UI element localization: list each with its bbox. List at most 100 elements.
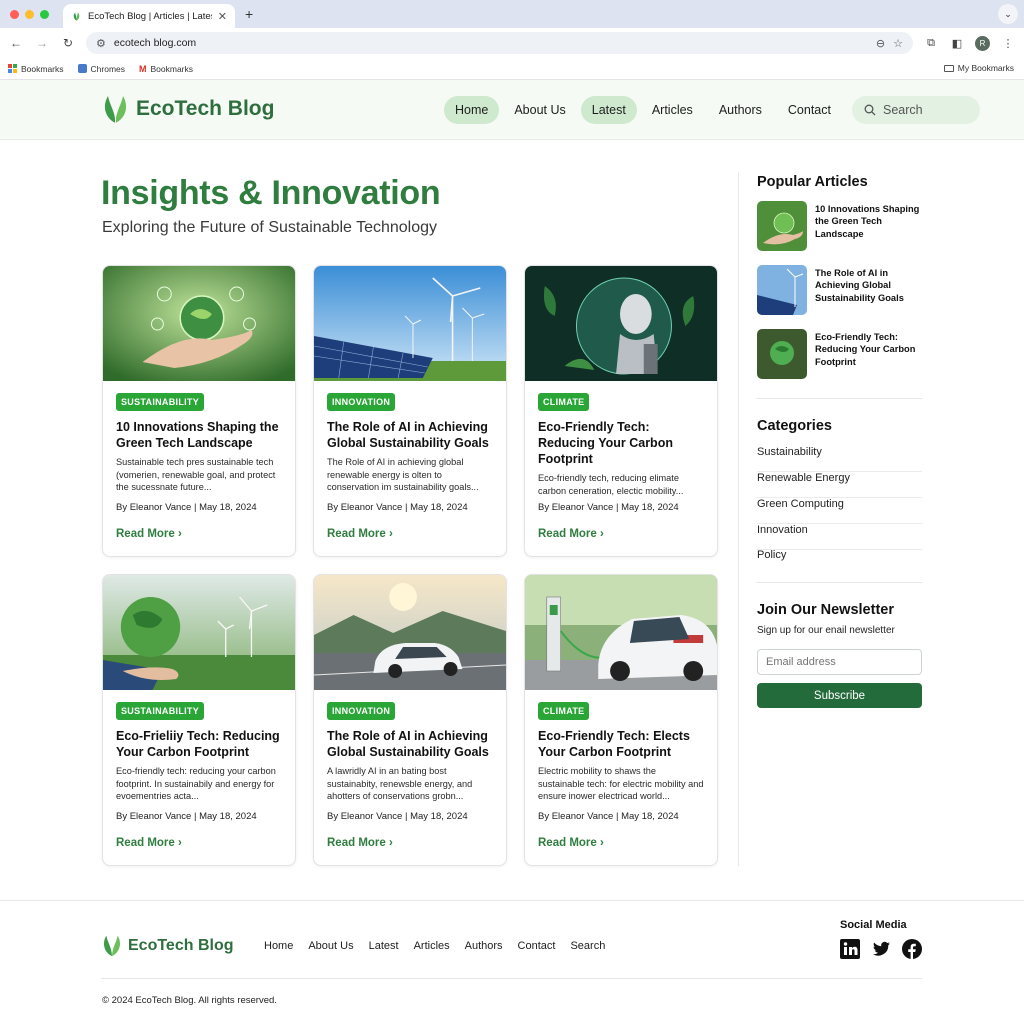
card-body: INNOVATION The Role of AI in Achieving G…	[314, 690, 506, 865]
read-more-link[interactable]: Read More ›	[538, 837, 604, 849]
category-badge[interactable]: SUSTAINABILITY	[116, 702, 205, 720]
popular-article-item[interactable]: The Role of AI in Achieving Global Susta…	[757, 265, 923, 315]
article-title[interactable]: The Role of AI in Achieving Global Susta…	[327, 728, 493, 760]
read-more-link[interactable]: Read More ›	[116, 528, 182, 540]
category-badge[interactable]: SUSTAINABILITY	[116, 393, 205, 411]
site-info-icon[interactable]: ⚙	[96, 37, 106, 50]
article-meta: By Eleanor Vance | May 18, 2024	[327, 811, 468, 822]
read-more-link[interactable]: Read More ›	[327, 528, 393, 540]
bookmark-star-icon[interactable]: ☆	[893, 37, 903, 50]
facebook-icon[interactable]	[902, 939, 922, 959]
bookmark-item[interactable]: Chromes	[77, 64, 125, 74]
article-title[interactable]: Eco-Frieliiy Tech: Reducing Your Carbon …	[116, 728, 282, 760]
article-title[interactable]: The Role of AI in Achieving Global Susta…	[327, 419, 493, 451]
search-button[interactable]: Search	[852, 96, 980, 124]
article-card[interactable]: CLIMATE Eco-Friendly Tech: Reducing Your…	[524, 265, 718, 557]
category-link-sustainability[interactable]: Sustainability	[757, 446, 922, 472]
twitter-icon[interactable]	[871, 939, 891, 959]
close-tab-icon[interactable]: ✕	[218, 10, 227, 23]
email-field[interactable]	[757, 649, 922, 675]
article-excerpt: The Role of AI in achieving global renew…	[327, 457, 479, 493]
address-bar[interactable]: ⚙ ecotech blog.com ⊖ ☆	[86, 32, 913, 54]
subscribe-button[interactable]: Subscribe	[757, 683, 922, 708]
nav-authors[interactable]: Authors	[708, 96, 773, 124]
browser-tab[interactable]: EcoTech Blog | Articles | Latest ✕	[63, 4, 235, 28]
category-badge[interactable]: CLIMATE	[538, 393, 590, 411]
card-body: SUSTAINABILITY 10 Innovations Shaping th…	[103, 381, 295, 556]
nav-about-us[interactable]: About Us	[503, 96, 576, 124]
nav-contact[interactable]: Contact	[777, 96, 842, 124]
minimize-window-button[interactable]	[25, 9, 34, 19]
page-title: Insights & Innovation	[101, 174, 441, 212]
close-window-button[interactable]	[10, 9, 19, 19]
zoom-icon[interactable]: ⊖	[876, 37, 885, 50]
chrome-folder-icon	[77, 64, 87, 73]
profile-avatar[interactable]: R	[975, 35, 990, 51]
card-body: CLIMATE Eco-Friendly Tech: Elects Your C…	[525, 690, 717, 865]
article-title[interactable]: Eco-Friendly Tech: Elects Your Carbon Fo…	[538, 728, 704, 760]
category-badge[interactable]: INNOVATION	[327, 393, 396, 411]
forward-icon[interactable]: →	[34, 36, 50, 50]
tab-search-chevron-icon[interactable]: ⌄	[998, 4, 1018, 24]
menu-kebab-icon[interactable]: ⋮	[1000, 37, 1016, 50]
logo-text: EcoTech Blog	[136, 97, 275, 120]
popular-article-item[interactable]: Eco-Friendly Tech: Reducing Your Carbon …	[757, 329, 923, 379]
article-excerpt: Electric mobility to shaws the sustainab…	[538, 766, 704, 802]
article-card[interactable]: SUSTAINABILITY 10 Innovations Shaping th…	[102, 265, 296, 557]
article-excerpt: Eco-friendly tech: reducing your carbon …	[116, 766, 276, 802]
my-bookmarks-folder[interactable]: My Bookmarks	[943, 63, 1014, 73]
article-card[interactable]: SUSTAINABILITY Eco-Frieliiy Tech: Reduci…	[102, 574, 296, 866]
social-links	[840, 939, 922, 959]
popular-thumb-image	[757, 329, 807, 379]
back-icon[interactable]: ←	[8, 36, 24, 50]
article-card[interactable]: CLIMATE Eco-Friendly Tech: Elects Your C…	[524, 574, 718, 866]
page-subtitle: Exploring the Future of Sustainable Tech…	[102, 219, 438, 236]
nav-articles[interactable]: Articles	[641, 96, 704, 124]
article-excerpt: Eco-friendly tech, reducing elimate carb…	[538, 473, 684, 496]
sidebar-divider	[738, 172, 739, 866]
category-link-innovation[interactable]: Innovation	[757, 524, 922, 550]
popular-article-item[interactable]: 10 Innovations Shaping the Green Tech La…	[757, 201, 923, 251]
category-badge[interactable]: CLIMATE	[538, 702, 590, 720]
article-card[interactable]: INNOVATION The Role of AI in Achieving G…	[313, 265, 507, 557]
footer-nav-search[interactable]: Search	[570, 940, 605, 952]
site-logo[interactable]: EcoTech Blog	[101, 94, 274, 124]
leaf-logo-icon	[103, 935, 121, 957]
robot-in-globe-image	[525, 266, 717, 381]
article-card[interactable]: INNOVATION The Role of AI in Achieving G…	[313, 574, 507, 866]
popular-thumb-image	[757, 201, 807, 251]
category-link-green-computing[interactable]: Green Computing	[757, 498, 922, 524]
apps-grid-icon	[8, 64, 17, 73]
zoom-window-button[interactable]	[40, 9, 49, 19]
categories-heading: Categories	[757, 418, 832, 434]
article-excerpt: Sustainable tech pres sustainable tech (…	[116, 457, 276, 493]
bookmark-item[interactable]: M Bookmarks	[139, 64, 193, 74]
reload-icon[interactable]: ↻	[60, 36, 76, 50]
gmail-icon: M	[139, 63, 147, 74]
category-link-policy[interactable]: Policy	[757, 549, 922, 575]
category-link-renewable-energy[interactable]: Renewable Energy	[757, 472, 922, 498]
footer-nav-authors[interactable]: Authors	[465, 940, 503, 952]
popular-article-title: Eco-Friendly Tech: Reducing Your Carbon …	[815, 332, 916, 367]
footer-nav-articles[interactable]: Articles	[414, 940, 450, 952]
footer-nav-about-us[interactable]: About Us	[308, 940, 353, 952]
read-more-link[interactable]: Read More ›	[538, 528, 604, 540]
footer-logo[interactable]: EcoTech Blog	[101, 934, 234, 957]
footer-nav-contact[interactable]: Contact	[518, 940, 556, 952]
article-title[interactable]: Eco-Friendly Tech: Reducing Your Carbon …	[538, 419, 704, 467]
article-title[interactable]: 10 Innovations Shaping the Green Tech La…	[116, 419, 282, 451]
linkedin-icon[interactable]	[840, 939, 860, 959]
new-tab-icon[interactable]: +	[245, 6, 253, 22]
read-more-link[interactable]: Read More ›	[116, 837, 182, 849]
category-badge[interactable]: INNOVATION	[327, 702, 396, 720]
bookmark-label: Bookmarks	[21, 63, 64, 74]
leaf-favicon-icon	[73, 11, 80, 21]
footer-nav-latest[interactable]: Latest	[369, 940, 399, 952]
bookmark-item[interactable]: Bookmarks	[8, 64, 64, 74]
extensions-icon[interactable]: ⧉	[923, 37, 939, 50]
side-panel-icon[interactable]: ◧	[949, 37, 965, 50]
nav-home[interactable]: Home	[444, 96, 500, 124]
nav-latest[interactable]: Latest	[580, 96, 637, 124]
footer-nav-home[interactable]: Home	[264, 940, 293, 952]
read-more-link[interactable]: Read More ›	[327, 837, 393, 849]
